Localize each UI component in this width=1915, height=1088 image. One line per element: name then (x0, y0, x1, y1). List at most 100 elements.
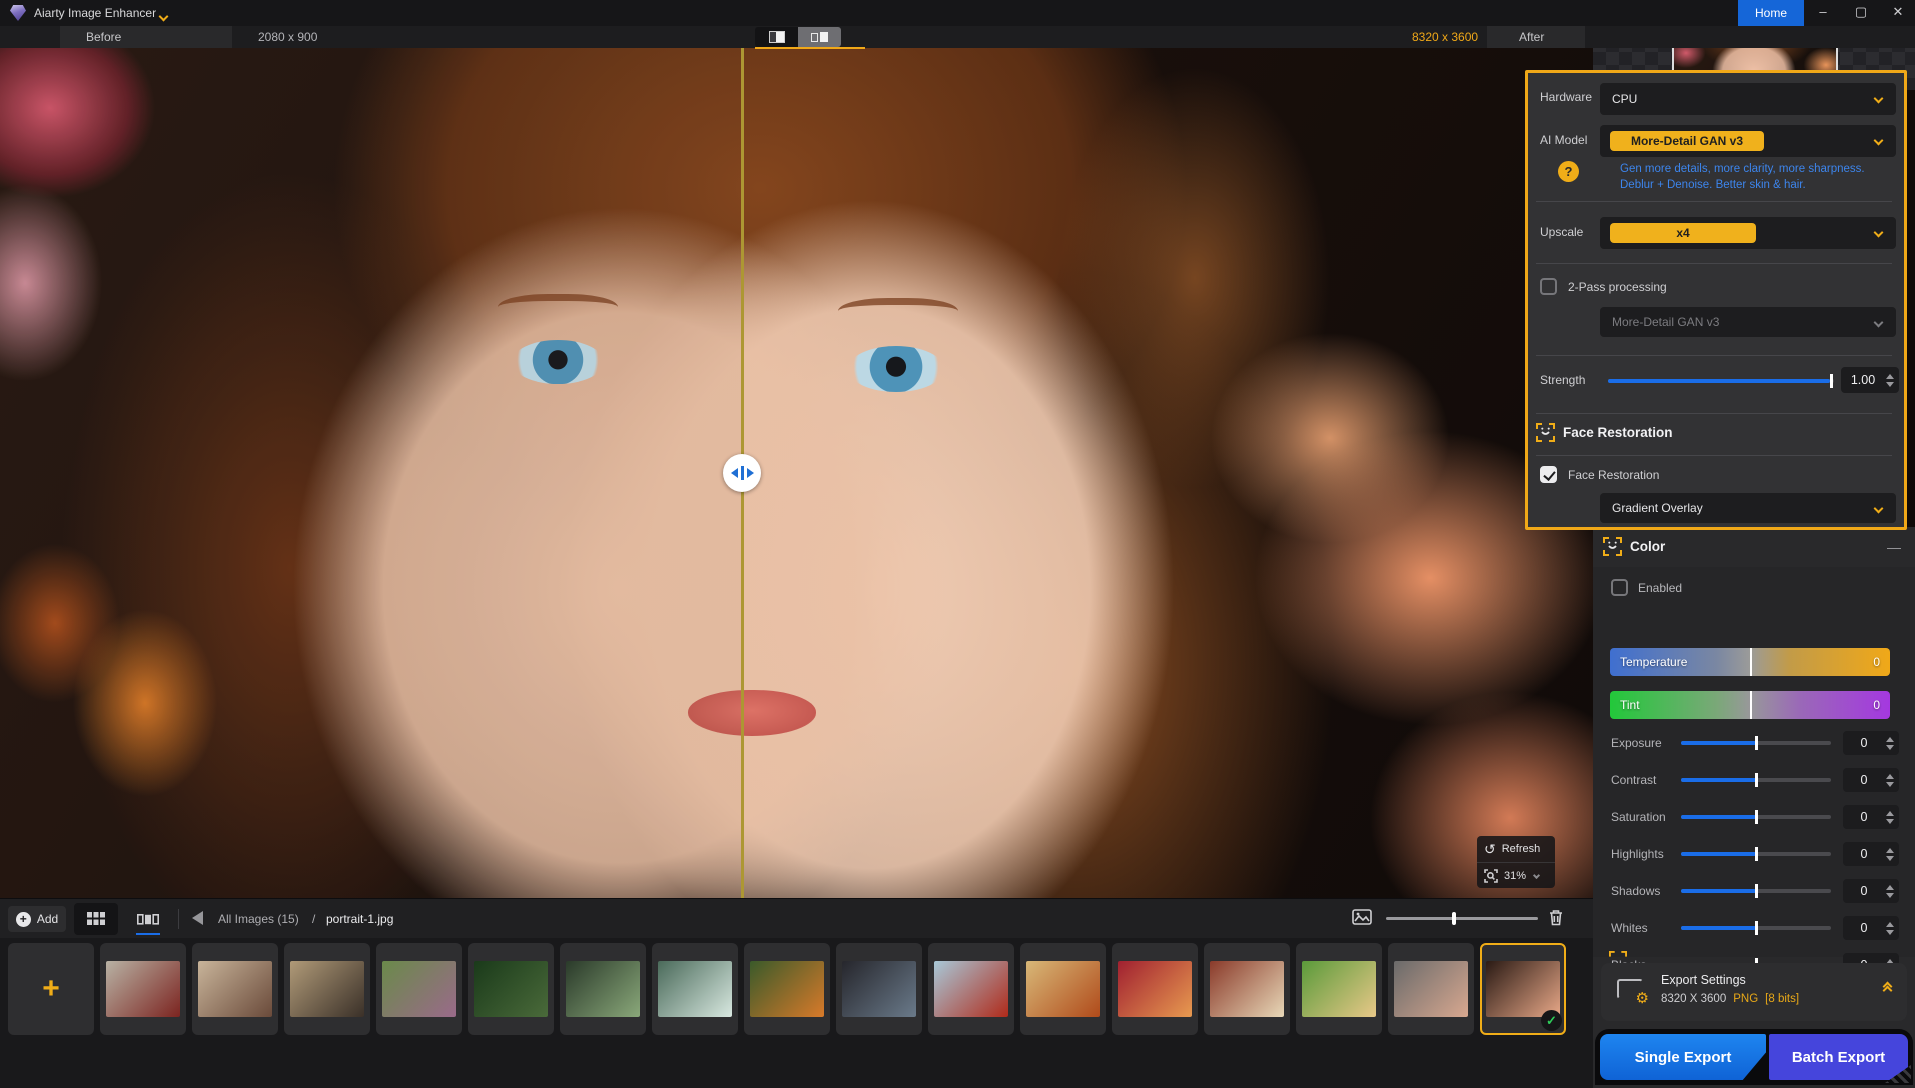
thumbnail-woman-red-flowers[interactable] (1112, 943, 1198, 1035)
thumbnail-wedding[interactable] (284, 943, 370, 1035)
trash-icon[interactable] (1548, 909, 1564, 929)
contrast-slider[interactable] (1681, 778, 1831, 782)
chevron-down-icon (1874, 136, 1884, 146)
expand-export-settings-icon[interactable] (1884, 983, 1891, 994)
thumbnail-white-bird[interactable] (652, 943, 738, 1035)
side-by-side-icon (811, 33, 818, 42)
thumbnail-classic-car[interactable] (100, 943, 186, 1035)
contrast-row: Contrast 0 (1611, 769, 1899, 791)
refresh-button[interactable]: ↺ Refresh (1477, 836, 1555, 862)
color-section-header: Color (1603, 537, 1665, 556)
exposure-slider[interactable] (1681, 741, 1831, 745)
breadcrumb-all-images[interactable]: All Images (15) (218, 912, 299, 926)
saturation-slider[interactable] (1681, 815, 1831, 819)
export-settings-card[interactable]: ⚙ Export Settings 8320 X 3600 PNG [8 bit… (1601, 963, 1907, 1021)
chevron-down-icon (1874, 318, 1884, 328)
strength-slider[interactable] (1608, 379, 1834, 383)
export-settings-icon: ⚙ (1615, 976, 1649, 1006)
grid-view-button[interactable] (74, 903, 118, 935)
thumbnail-add-tile[interactable]: + (8, 943, 94, 1035)
thumbnail-portrait-1-selected[interactable]: ✓ (1480, 943, 1566, 1035)
strength-stepper[interactable] (1885, 374, 1899, 387)
color-enabled-checkbox[interactable] (1611, 579, 1628, 596)
collapse-section-button[interactable]: — (1887, 539, 1901, 555)
zoom-icon (1484, 869, 1498, 883)
model-description-line2: Deblur + Denoise. Better skin & hair. (1620, 179, 1806, 191)
model-description-line1: Gen more details, more clarity, more sha… (1620, 163, 1865, 175)
temperature-slider[interactable]: Temperature 0 (1610, 648, 1890, 676)
thumbnail-black-dog[interactable] (836, 943, 922, 1035)
single-export-button[interactable]: Single Export (1600, 1034, 1766, 1080)
split-arrow-left-icon (731, 468, 738, 478)
tint-slider[interactable]: Tint 0 (1610, 691, 1890, 719)
highlights-value-box[interactable]: 0 (1843, 842, 1899, 866)
thumbnail-living-room[interactable] (192, 943, 278, 1035)
two-pass-model-dropdown[interactable]: More-Detail GAN v3 (1600, 307, 1896, 337)
contrast-value-box[interactable]: 0 (1843, 768, 1899, 792)
ai-model-dropdown[interactable]: More-Detail GAN v3 (1600, 125, 1896, 157)
export-format: PNG (1733, 993, 1758, 1005)
close-button[interactable]: ✕ (1881, 0, 1915, 26)
split-view-button[interactable] (755, 27, 798, 47)
compare-toolbar: Before 2080 x 900 8320 x 3600 After (0, 26, 1915, 48)
face-mode-dropdown[interactable]: Gradient Overlay (1600, 493, 1896, 523)
thumbnail-boy[interactable] (744, 943, 830, 1035)
add-images-button[interactable]: + Add (8, 906, 66, 932)
exposure-value-box[interactable]: 0 (1843, 731, 1899, 755)
viewer-controls: ↺ Refresh 31% (1477, 836, 1555, 888)
zoom-control[interactable]: 31% (1477, 862, 1555, 888)
thumbnail-red-truck[interactable] (928, 943, 1014, 1035)
app-menu-chevron-icon[interactable] (160, 9, 167, 23)
before-dimensions: 2080 x 900 (258, 30, 317, 44)
temperature-marker (1750, 648, 1752, 676)
batch-export-button[interactable]: Batch Export (1769, 1034, 1908, 1080)
chevron-down-icon (1874, 504, 1884, 514)
upscale-label: Upscale (1540, 225, 1583, 239)
whites-value-box[interactable]: 0 (1843, 916, 1899, 940)
export-size: 8320 X 3600 (1661, 993, 1726, 1005)
whites-slider[interactable] (1681, 926, 1831, 930)
before-label: Before (60, 26, 232, 48)
two-pass-label: 2-Pass processing (1568, 280, 1667, 294)
compare-split-line[interactable] (741, 48, 744, 938)
highlights-slider[interactable] (1681, 852, 1831, 856)
app-title: Aiarty Image Enhancer (34, 6, 156, 20)
tint-marker (1750, 691, 1752, 719)
strength-label: Strength (1540, 373, 1585, 387)
zoom-chevron-icon (1533, 872, 1540, 879)
filmstrip-view-icon (137, 914, 159, 925)
thumbnail-fox-painting[interactable] (1020, 943, 1106, 1035)
shadows-slider[interactable] (1681, 889, 1831, 893)
face-restoration-checkbox[interactable] (1540, 466, 1557, 483)
hardware-dropdown[interactable]: CPU (1600, 83, 1896, 115)
shadows-value-box[interactable]: 0 (1843, 879, 1899, 903)
home-button[interactable]: Home (1738, 0, 1804, 26)
thumbnail-fantasy-blonde[interactable] (1204, 943, 1290, 1035)
saturation-value-box[interactable]: 0 (1843, 805, 1899, 829)
thumbnail-golden-puppies[interactable] (1296, 943, 1382, 1035)
maximize-button[interactable]: ▢ (1844, 0, 1878, 26)
upscale-dropdown[interactable]: x4 (1600, 217, 1896, 249)
minimize-button[interactable]: – (1806, 0, 1840, 26)
side-by-side-view-button[interactable] (798, 27, 841, 47)
thumbnail-child-stroller[interactable] (376, 943, 462, 1035)
compare-split-handle[interactable] (723, 454, 761, 492)
face-restoration-icon (1536, 423, 1555, 442)
view-mode-toggle[interactable] (755, 27, 841, 47)
split-view-icon (769, 31, 785, 43)
breadcrumb-separator: / (312, 912, 315, 926)
back-arrow-icon[interactable] (192, 911, 203, 925)
help-icon[interactable]: ? (1558, 161, 1579, 182)
filmstrip-view-button[interactable] (126, 903, 170, 935)
thumbnail-size-slider[interactable] (1386, 917, 1538, 920)
refresh-label: Refresh (1502, 843, 1541, 855)
color-enabled-label: Enabled (1638, 581, 1682, 595)
ai-model-value-pill: More-Detail GAN v3 (1610, 131, 1764, 151)
two-pass-checkbox[interactable] (1540, 278, 1557, 295)
strength-value-box[interactable]: 1.00 (1841, 367, 1899, 393)
thumbnail-smiling-brunette[interactable] (1388, 943, 1474, 1035)
thumbnail-jungle-bird[interactable] (468, 943, 554, 1035)
thumbnail-size-slider-thumb[interactable] (1452, 912, 1456, 925)
thumbnail-bird-branch[interactable] (560, 943, 646, 1035)
chevron-down-icon (1874, 228, 1884, 238)
